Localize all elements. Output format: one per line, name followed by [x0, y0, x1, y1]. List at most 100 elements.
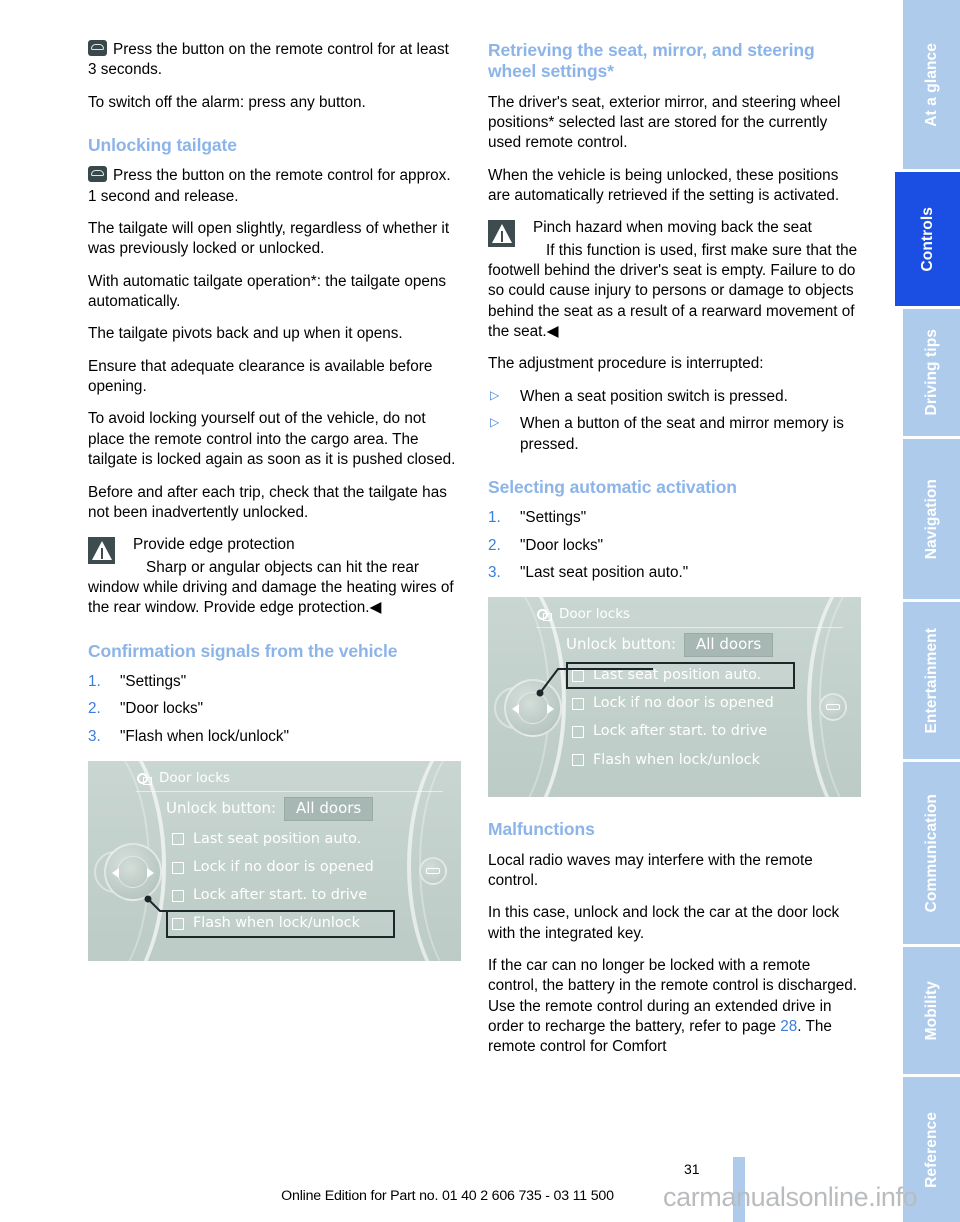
sidebar-item-navigation[interactable]: Navigation [903, 439, 960, 602]
option-label: Lock after start. to drive [193, 887, 368, 904]
para-radio-waves: Local radio waves may interfere with the… [488, 851, 813, 889]
controller-knob[interactable] [104, 842, 162, 901]
checkbox-icon[interactable] [172, 917, 184, 930]
option-lock-after-start[interactable]: Lock after start. to drive [566, 718, 795, 745]
sidebar-item-at-a-glance[interactable]: At a glance [903, 0, 960, 172]
controller-knob[interactable] [504, 679, 562, 738]
heading-confirmation-signals: Confirmation signals from the vehicle [88, 640, 398, 661]
step-number: 3. [88, 727, 101, 745]
step-item: 3. "Flash when lock/unlock" [88, 727, 461, 747]
side-button[interactable] [419, 856, 447, 885]
arrow-left-icon [512, 704, 519, 715]
warning-triangle-icon [488, 220, 515, 248]
mmi-screenshot-last-seat-position: Door locks Unlock button: All doors Last… [488, 597, 861, 798]
mmi-title: Door locks [159, 769, 231, 786]
option-flash-when-lock-unlock[interactable]: Flash when lock/unlock [166, 910, 395, 938]
unlock-button-label: Unlock button: [166, 798, 277, 817]
page-reference-link[interactable]: 28 [780, 1018, 797, 1035]
para-remote-3s: Press the button on the remote control f… [88, 40, 461, 81]
mmi-titlebar: Door locks [136, 767, 443, 792]
para-remote-3s-text: Press the button on the remote control f… [88, 41, 449, 79]
sidebar-item-entertainment[interactable]: Entertainment [903, 602, 960, 762]
unlock-button-value[interactable]: All doors [684, 633, 774, 658]
sidebar-item-communication[interactable]: Communication [903, 762, 960, 947]
arrow-left-icon [112, 867, 119, 878]
para-switch-off-alarm: To switch off the alarm: press any butto… [88, 93, 366, 111]
controller-hub [517, 692, 549, 725]
tab-label: Reference [922, 1111, 940, 1188]
sidebar-item-controls[interactable]: Controls [895, 172, 960, 309]
option-label: Last seat position auto. [593, 667, 762, 684]
steps-selecting: 1. "Settings" 2. "Door locks" 3. "Last seat… [488, 508, 861, 583]
step-label: "Settings" [520, 509, 587, 527]
warning-edge-title: Provide edge protection [133, 536, 295, 554]
para-remote-1s-text: Press the button on the remote control f… [88, 167, 451, 205]
mmi-title: Door locks [559, 606, 631, 623]
para-unlocked-retrieved: When the vehicle is being unlocked, thes… [488, 166, 840, 205]
warning-pinch-text: If this function is used, first make sur… [488, 241, 858, 341]
heading-unlocking-tailgate: Unlocking tailgate [88, 135, 237, 156]
step-number: 2. [88, 700, 101, 718]
option-label: Last seat position auto. [193, 830, 362, 847]
step-item: 2. "Door locks" [88, 699, 461, 719]
para-avoid-locking-out: To avoid locking yourself out of the veh… [88, 410, 456, 469]
unlock-button-value[interactable]: All doors [284, 796, 374, 821]
para-integrated-key: In this case, unlock and lock the car at… [488, 904, 840, 942]
tab-label: Communication [922, 793, 940, 913]
warning-edge-protection: Provide edge protection Sharp or angular… [88, 535, 461, 618]
step-number: 1. [488, 509, 501, 527]
option-label: Flash when lock/unlock [193, 915, 360, 932]
arrow-right-icon [547, 704, 554, 715]
option-label: Lock if no door is opened [593, 695, 774, 712]
para-open-slightly: The tailgate will open slightly, regardl… [88, 220, 450, 258]
gear-icon [136, 771, 152, 787]
option-lock-after-start[interactable]: Lock after start. to drive [166, 882, 395, 909]
mmi-rows: Unlock button: All doors Last seat posit… [166, 796, 445, 939]
arrow-right-icon [147, 867, 154, 878]
section-tab-rail: At a glance Controls Driving tips Naviga… [895, 0, 960, 1222]
checkbox-icon[interactable] [172, 889, 184, 902]
option-last-seat-position[interactable]: Last seat position auto. [566, 662, 795, 690]
bullets-interrupted: ▷ When a seat position switch is pressed.… [488, 387, 861, 455]
remote-key-icon [88, 166, 107, 183]
step-label: "Flash when lock/unlock" [120, 727, 290, 745]
controller-hub [117, 855, 149, 888]
option-flash-when-lock-unlock[interactable]: Flash when lock/unlock [566, 747, 795, 774]
bullet-label: When a seat position switch is pressed. [520, 387, 788, 405]
para-interrupted: The adjustment procedure is interrupted: [488, 355, 764, 373]
tab-label: Driving tips [922, 329, 940, 416]
unlock-button-row: Unlock button: All doors [166, 796, 445, 821]
triangle-bullet-icon: ▷ [490, 415, 500, 430]
option-label: Flash when lock/unlock [593, 751, 760, 768]
option-lock-if-no-door-opened[interactable]: Lock if no door is opened [166, 854, 395, 881]
sidebar-item-mobility[interactable]: Mobility [903, 947, 960, 1077]
warning-triangle-icon [88, 537, 115, 565]
para-battery-discharged: If the car can no longer be locked with … [488, 956, 861, 1058]
checkbox-icon[interactable] [572, 754, 584, 767]
para-remote-1s: Press the button on the remote control f… [88, 166, 461, 207]
steps-confirmation: 1. "Settings" 2. "Door locks" 3. "Flash whe… [88, 672, 461, 747]
step-label: "Door locks" [520, 536, 604, 554]
bullet-item: ▷ When a seat position switch is pressed. [488, 387, 861, 407]
tab-label: Controls [918, 206, 936, 272]
option-last-seat-position[interactable]: Last seat position auto. [166, 826, 395, 853]
sidebar-item-driving-tips[interactable]: Driving tips [903, 309, 960, 439]
checkbox-icon[interactable] [572, 669, 584, 682]
checkbox-icon[interactable] [172, 861, 184, 874]
tab-label: At a glance [922, 42, 940, 127]
step-item: 1. "Settings" [488, 508, 861, 528]
step-item: 1. "Settings" [88, 672, 461, 692]
para-automatic-operation: With automatic tailgate operation*: the … [88, 272, 446, 311]
heading-selecting-automatic-activation: Selecting automatic activation [488, 476, 737, 497]
option-lock-if-no-door-opened[interactable]: Lock if no door is opened [566, 690, 795, 717]
step-number: 1. [88, 672, 101, 690]
checkbox-icon[interactable] [572, 697, 584, 710]
checkbox-icon[interactable] [572, 726, 584, 739]
tab-label: Navigation [922, 478, 940, 560]
option-label: Lock after start. to drive [593, 723, 768, 740]
heading-retrieving-settings: Retrieving the seat, mirror, and steerin… [488, 40, 815, 82]
step-item: 2. "Door locks" [488, 536, 861, 556]
bullet-item: ▷ When a button of the seat and mirror me… [488, 414, 861, 455]
option-label: Lock if no door is opened [193, 859, 374, 876]
checkbox-icon[interactable] [172, 833, 184, 846]
